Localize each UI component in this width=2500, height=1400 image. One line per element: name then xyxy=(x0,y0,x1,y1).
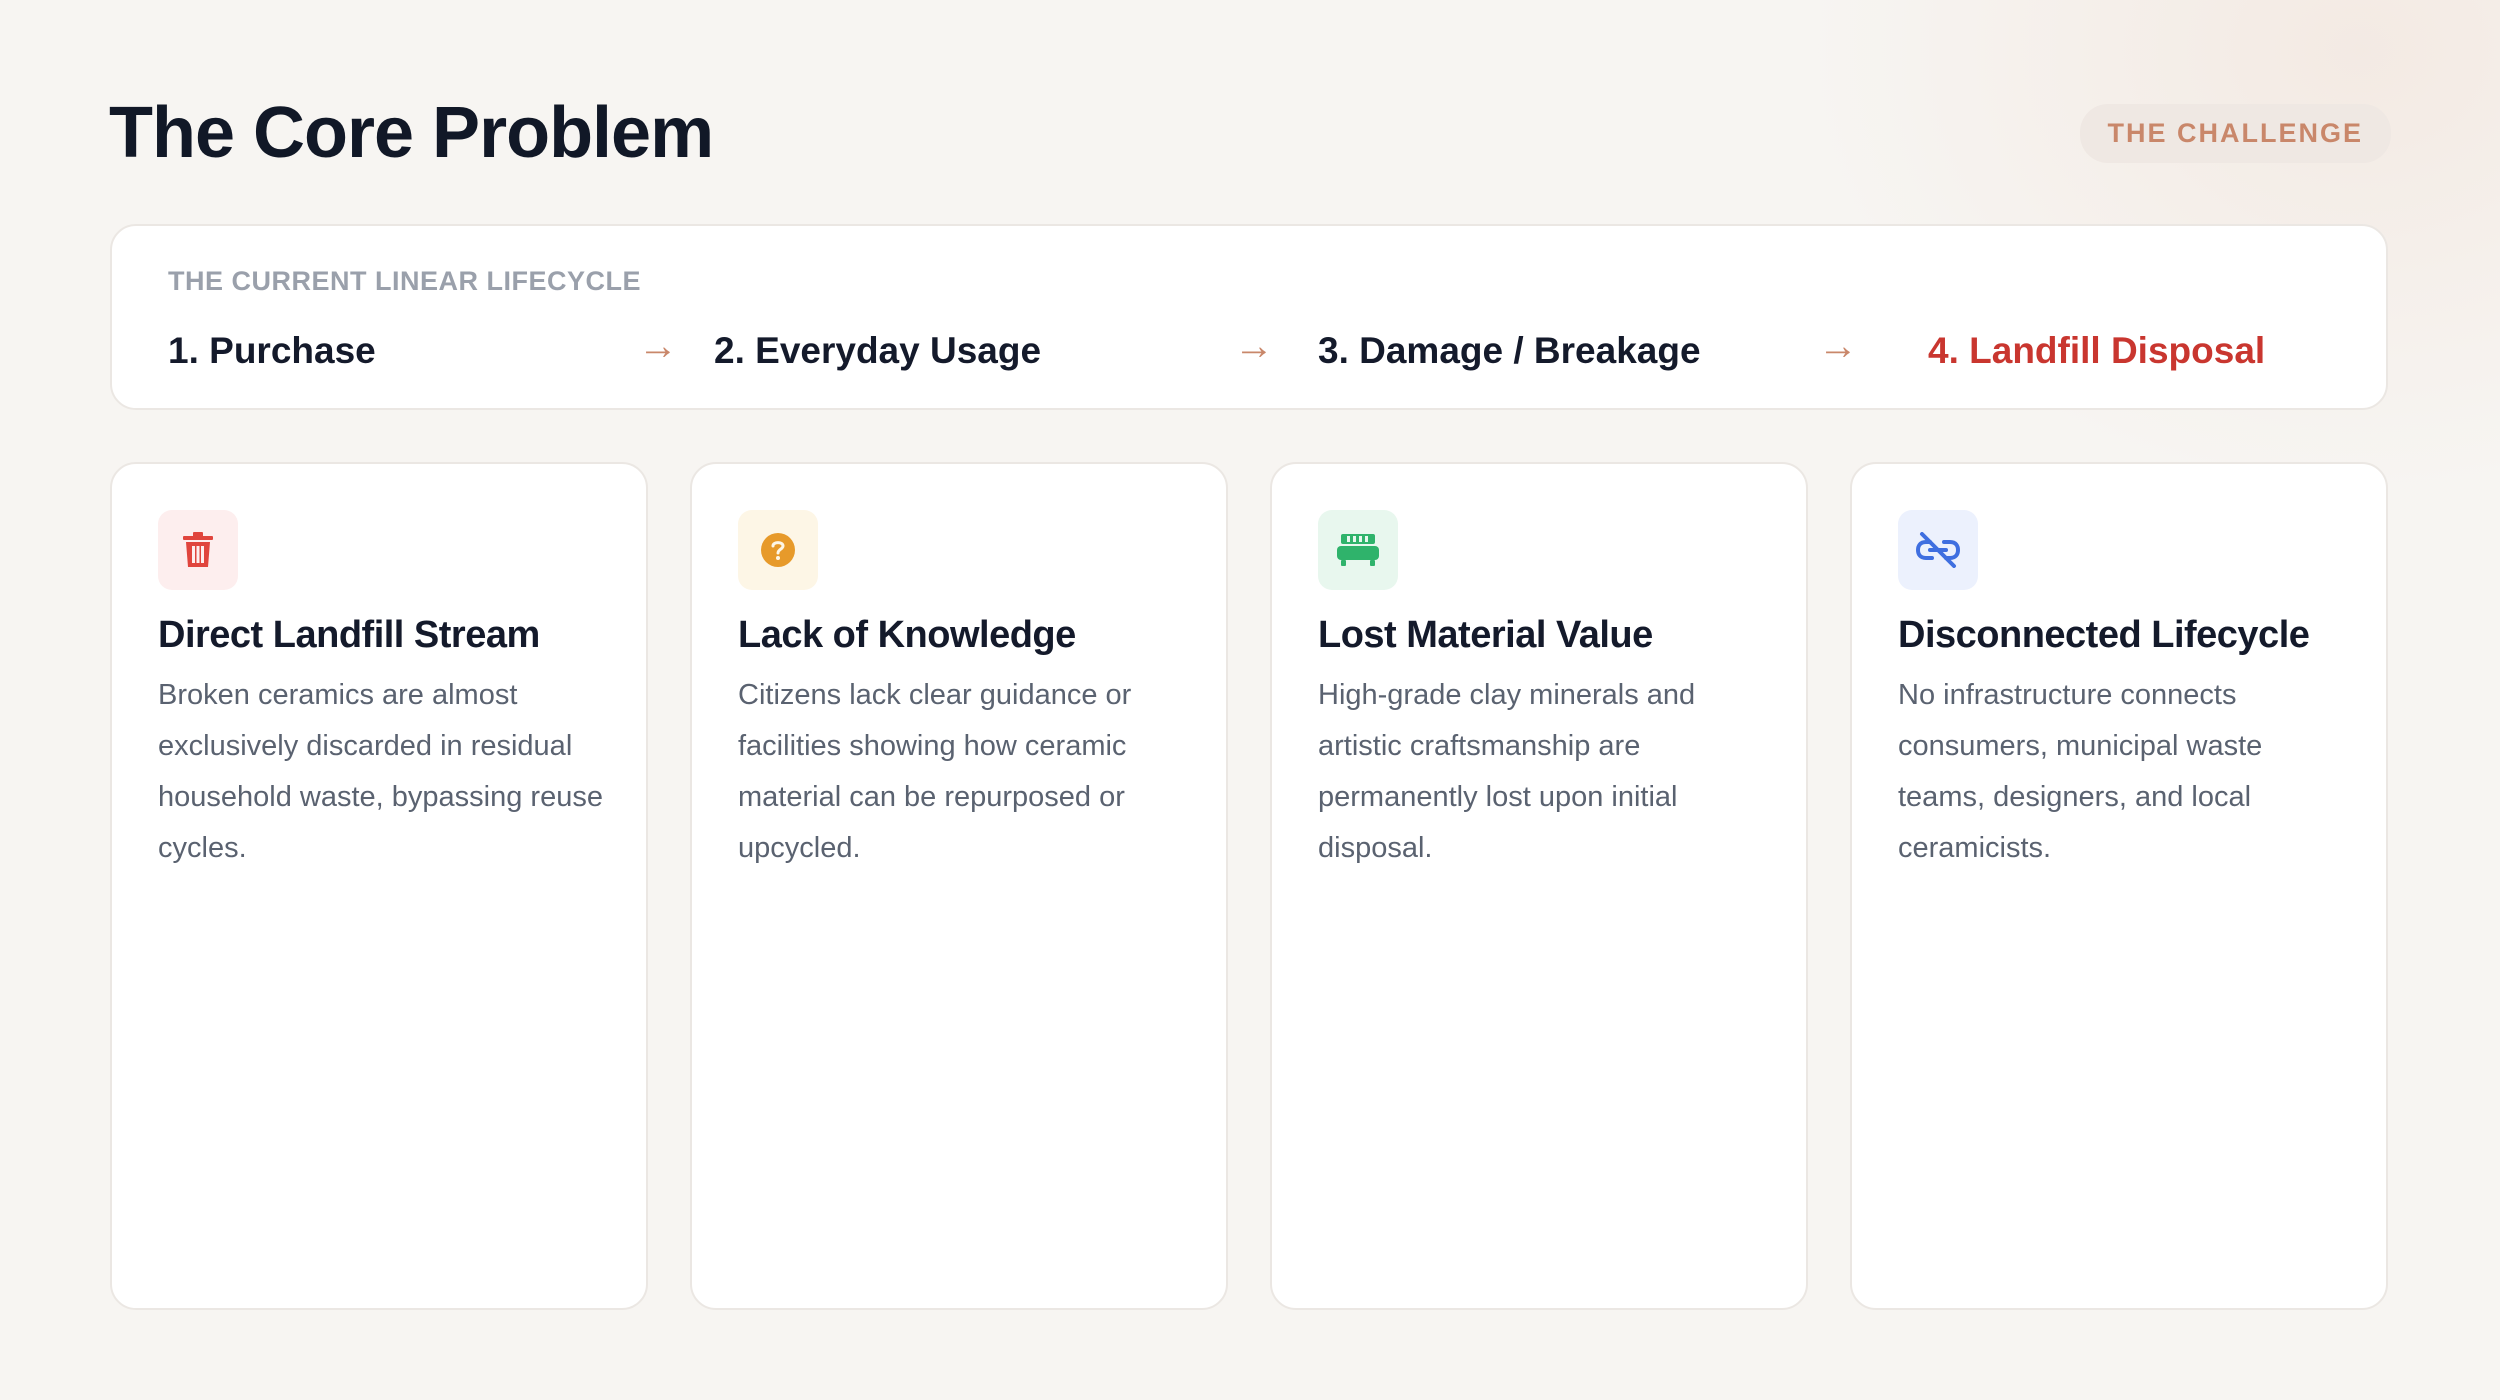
lifecycle-step-usage: 2. Everyday Usage xyxy=(714,330,1042,371)
lifecycle-label: THE CURRENT LINEAR LIFECYCLE xyxy=(168,266,641,296)
problem-card-material: Lost Material Value High-grade clay mine… xyxy=(1270,462,1808,1310)
card-description: Broken ceramics are almost exclusively d… xyxy=(158,679,603,864)
page-title: The Core Problem xyxy=(109,93,714,173)
arrow-right-icon: → xyxy=(1234,324,1274,368)
card-title: Direct Landfill Stream xyxy=(158,614,540,656)
challenge-badge: THE CHALLENGE xyxy=(2079,103,2391,163)
problem-card-landfill: Direct Landfill Stream Broken ceramics a… xyxy=(110,462,648,1310)
lifecycle-panel: THE CURRENT LINEAR LIFECYCLE 1. Purchase… xyxy=(110,224,2388,410)
card-title: Lost Material Value xyxy=(1318,614,1653,656)
card-description: High-grade clay minerals and artistic cr… xyxy=(1318,679,1696,864)
card-description: Citizens lack clear guidance or faciliti… xyxy=(738,679,1132,864)
question-circle-icon xyxy=(738,510,818,590)
problem-card-lifecycle: Disconnected Lifecycle No infrastructure… xyxy=(1850,462,2388,1310)
arrow-right-icon: → xyxy=(1818,324,1858,368)
trash-icon xyxy=(158,510,238,590)
lifecycle-step-purchase: 1. Purchase xyxy=(168,330,376,371)
card-title: Disconnected Lifecycle xyxy=(1898,614,2310,656)
page-header: The Core Problem THE CHALLENGE xyxy=(109,88,2391,178)
couch-icon xyxy=(1318,510,1398,590)
problem-card-knowledge: Lack of Knowledge Citizens lack clear gu… xyxy=(690,462,1228,1310)
card-description: No infrastructure connects consumers, mu… xyxy=(1898,679,2263,864)
card-title: Lack of Knowledge xyxy=(738,614,1076,656)
lifecycle-step-disposal: 4. Landfill Disposal xyxy=(1928,330,2266,371)
arrow-right-icon: → xyxy=(638,324,678,368)
lifecycle-step-breakage: 3. Damage / Breakage xyxy=(1318,330,1701,371)
broken-link-icon xyxy=(1898,510,1978,590)
